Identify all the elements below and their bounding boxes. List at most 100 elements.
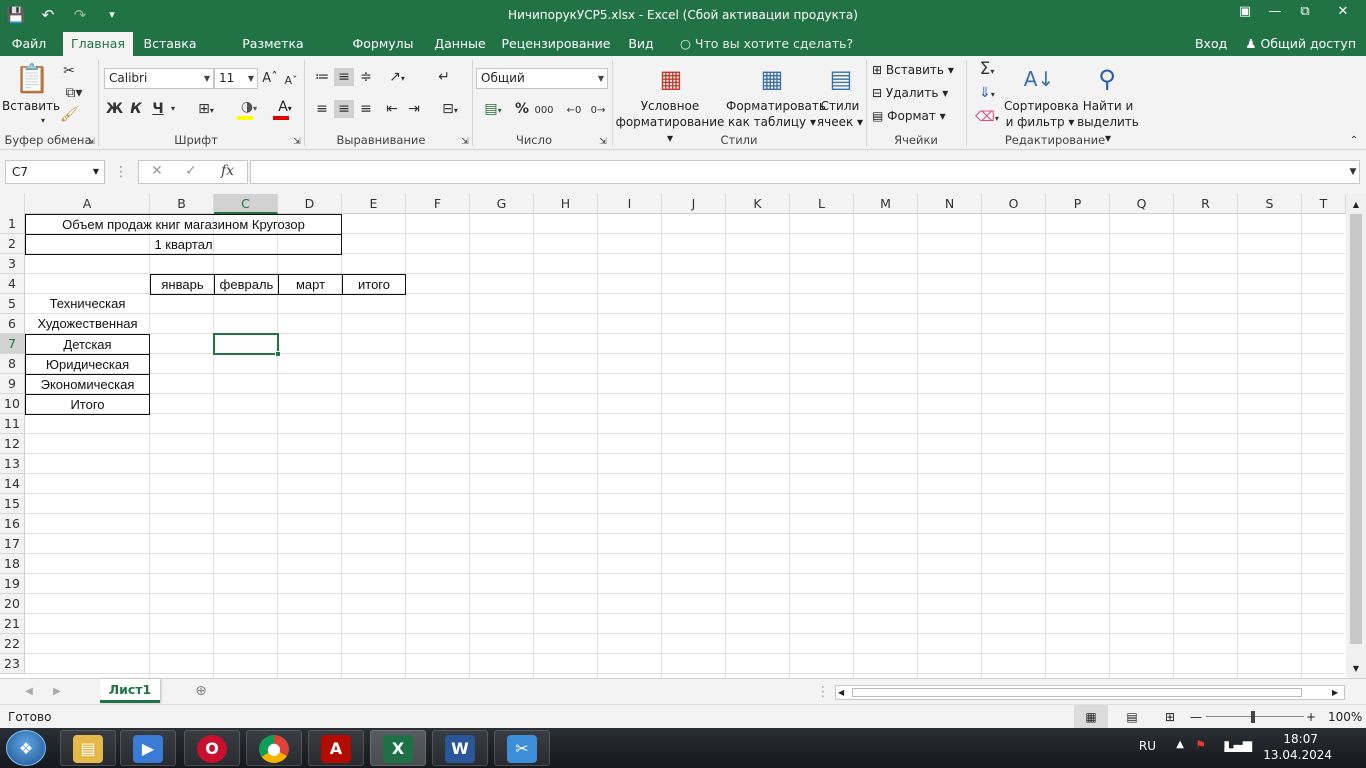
column-header-b[interactable]: B (150, 194, 214, 214)
language-indicator[interactable]: RU (1139, 739, 1156, 753)
enter-icon[interactable]: ✓ (185, 163, 197, 179)
taskbar-media-player[interactable]: ▶ (120, 730, 176, 766)
cell-A7[interactable]: Детская (25, 334, 150, 355)
collapse-ribbon-icon[interactable]: ⌃ (1346, 132, 1362, 150)
clock-time[interactable]: 18:07 (1283, 732, 1318, 746)
vertical-scroll-thumb[interactable] (1350, 214, 1362, 644)
scroll-right-icon[interactable]: ▶ (1332, 686, 1342, 699)
font-launcher-icon[interactable]: ⇲ (292, 133, 302, 151)
cell-A6[interactable]: Художественная (25, 314, 150, 334)
tab-formulas[interactable]: Формулы (346, 32, 420, 56)
row-header-13[interactable]: 13 (0, 454, 25, 474)
increase-indent-icon[interactable]: ⇥ (404, 100, 424, 118)
scroll-down-icon[interactable]: ▼ (1349, 662, 1363, 676)
cell-A9[interactable]: Экономическая (25, 374, 150, 395)
orientation-icon[interactable]: ↗▾ (382, 68, 412, 88)
currency-icon[interactable]: ▤▾ (478, 100, 508, 120)
column-header-j[interactable]: J (662, 194, 726, 214)
row-header-1[interactable]: 1 (0, 214, 25, 234)
prev-sheet-icon[interactable]: ◀ (22, 683, 36, 701)
signin-link[interactable]: Вход (1195, 32, 1227, 56)
column-header-e[interactable]: E (342, 194, 406, 214)
column-header-g[interactable]: G (470, 194, 534, 214)
cell-styles-button[interactable]: Стили ячеек ▾ (816, 98, 864, 130)
worksheet-grid[interactable]: ABCDEFGHIJKLMNOPQRST 1 2 3 4 5 6 7 8 9 10 11 12 13 14… (0, 194, 1366, 678)
copy-icon[interactable]: ⧉▾ (60, 84, 88, 102)
paste-dropdown-icon[interactable]: ▾ (38, 112, 48, 130)
start-button[interactable]: ❖ (6, 730, 46, 766)
delete-cells-button[interactable]: ⊟ Удалить ▾ (872, 85, 962, 101)
tab-file[interactable]: Файл (0, 32, 58, 56)
percent-button[interactable]: % (514, 100, 530, 118)
column-header-t[interactable]: T (1302, 194, 1346, 214)
column-header-l[interactable]: L (790, 194, 854, 214)
zoom-slider[interactable] (1206, 716, 1304, 717)
zoom-slider-thumb[interactable] (1251, 711, 1255, 723)
cell-C4[interactable]: февраль (214, 274, 279, 295)
row-header-17[interactable]: 17 (0, 534, 25, 554)
tab-home[interactable]: Главная (63, 32, 133, 56)
tab-review[interactable]: Рецензирование (500, 32, 612, 56)
ribbon-display-icon[interactable]: ▣ (1230, 0, 1260, 24)
vertical-scrollbar[interactable]: ▲ ▼ (1346, 194, 1366, 678)
share-button[interactable]: ♟ Общий доступ (1245, 32, 1356, 56)
decrease-decimal-icon[interactable]: 0→ (588, 102, 608, 120)
column-header-m[interactable]: M (854, 194, 918, 214)
wrap-text-icon[interactable]: ↵ (434, 68, 454, 86)
cut-icon[interactable]: ✂ (60, 62, 78, 80)
taskbar-excel[interactable]: X (370, 730, 426, 766)
taskbar-chrome[interactable]: ● (246, 730, 302, 766)
align-center-icon[interactable]: ≡ (334, 100, 354, 118)
column-header-f[interactable]: F (406, 194, 470, 214)
column-header-k[interactable]: K (726, 194, 790, 214)
paste-button[interactable]: Вставить (2, 98, 60, 114)
underline-dropdown-icon[interactable]: ▾ (168, 100, 178, 118)
font-size-combo[interactable]: 11 ▼ (214, 68, 258, 89)
minimize-icon[interactable]: — (1260, 0, 1290, 24)
merge-center-icon[interactable]: ⊟▾ (434, 100, 466, 120)
column-header-s[interactable]: S (1238, 194, 1302, 214)
autosum-icon[interactable]: Σ▾ (972, 60, 1002, 81)
next-sheet-icon[interactable]: ▶ (50, 683, 64, 701)
zoom-out-icon[interactable]: — (1190, 705, 1202, 729)
italic-button[interactable]: К (128, 100, 144, 118)
row-header-18[interactable]: 18 (0, 554, 25, 574)
page-break-view-icon[interactable]: ⊞ (1160, 705, 1180, 729)
clipboard-icon[interactable]: 📋 (14, 62, 50, 96)
bold-button[interactable]: Ж (106, 100, 123, 118)
format-as-table-icon[interactable]: ▦ (755, 62, 789, 96)
row-header-3[interactable]: 3 (0, 254, 25, 274)
row-header-12[interactable]: 12 (0, 434, 25, 454)
row-header-6[interactable]: 6 (0, 314, 25, 334)
align-top-icon[interactable]: ≔ (312, 68, 332, 86)
insert-function-icon[interactable]: fx (221, 163, 234, 179)
row-header-9[interactable]: 9 (0, 374, 25, 394)
sheet-tab-list1[interactable]: Лист1 (100, 679, 160, 703)
row-header-11[interactable]: 11 (0, 414, 25, 434)
fill-icon[interactable]: ⇓▾ (972, 84, 1002, 104)
cell-styles-icon[interactable]: ▤ (824, 62, 858, 96)
comma-style-button[interactable]: 000 (534, 102, 554, 120)
font-name-combo[interactable]: Calibri ▼ (104, 68, 214, 89)
clock-date[interactable]: 13.04.2024 (1263, 748, 1332, 762)
increase-decimal-icon[interactable]: ←0 (564, 102, 584, 120)
expand-formula-icon[interactable]: ▼ (1346, 163, 1360, 181)
row-header-21[interactable]: 21 (0, 614, 25, 634)
column-header-i[interactable]: I (598, 194, 662, 214)
row-header-14[interactable]: 14 (0, 474, 25, 494)
cell-A2[interactable]: 1 квартал (25, 234, 342, 255)
scroll-left-icon[interactable]: ◀ (838, 686, 848, 699)
align-middle-icon[interactable]: ≡ (334, 68, 354, 86)
fill-color-icon[interactable]: ◑▾ (234, 98, 264, 120)
number-format-combo[interactable]: Общий ▼ (476, 68, 608, 89)
column-header-o[interactable]: O (982, 194, 1046, 214)
zoom-level[interactable]: 100% (1328, 705, 1362, 729)
show-hidden-icons-icon[interactable]: ▲ (1176, 739, 1184, 750)
cell-A8[interactable]: Юридическая (25, 354, 150, 375)
borders-icon[interactable]: ⊞▾ (192, 100, 220, 120)
active-cell-C7[interactable] (213, 333, 279, 355)
horizontal-scrollbar[interactable]: ◀ ▶ (835, 685, 1345, 700)
column-header-h[interactable]: H (534, 194, 598, 214)
cell-E4[interactable]: итого (342, 274, 406, 295)
action-center-icon[interactable]: ⚑ (1195, 738, 1206, 752)
